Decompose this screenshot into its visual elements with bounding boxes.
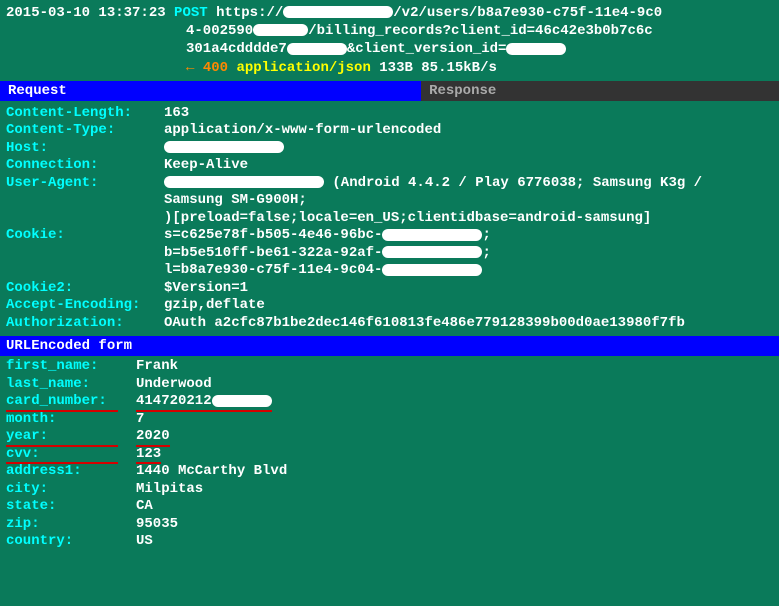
form-value: US xyxy=(136,533,153,551)
header-name: Content-Type: xyxy=(6,122,164,140)
arrow-left-icon: ← xyxy=(186,60,194,76)
form-key: last_name: xyxy=(6,376,136,394)
form-key: card_number: xyxy=(6,393,136,411)
form-key: country: xyxy=(6,533,136,551)
header-value: gzip,deflate xyxy=(164,297,773,315)
header-name: Authorization: xyxy=(6,315,164,333)
form-key: city: xyxy=(6,481,136,499)
tab-request[interactable]: Request xyxy=(0,81,421,101)
tab-response[interactable]: Response xyxy=(421,81,779,101)
request-url-cont1: 4-002590/billing_records?client_id=46c42… xyxy=(6,22,773,40)
form-data: first_name:Frank last_name:Underwood car… xyxy=(0,356,779,553)
form-value: CA xyxy=(136,498,153,516)
header-value: Keep-Alive xyxy=(164,157,773,175)
header-value: s=c625e78f-b505-4e46-96bc-; xyxy=(164,227,773,245)
header-value: $Version=1 xyxy=(164,280,773,298)
header-value: b=b5e510ff-be61-322a-92af-; xyxy=(164,245,773,263)
timestamp: 2015-03-10 13:37:23 xyxy=(6,5,166,21)
header-name: Cookie: xyxy=(6,227,164,245)
form-value: 123 xyxy=(136,446,161,464)
section-urlencoded-form: URLEncoded form xyxy=(0,336,779,356)
form-value: 2020 xyxy=(136,428,170,446)
header-value: l=b8a7e930-c75f-11e4-9c04- xyxy=(164,262,773,280)
form-value: 7 xyxy=(136,411,144,429)
form-value: 1440 McCarthy Blvd xyxy=(136,463,287,481)
header-value xyxy=(164,140,773,158)
header-name: Cookie2: xyxy=(6,280,164,298)
form-key: zip: xyxy=(6,516,136,534)
form-key: cvv: xyxy=(6,446,136,464)
form-key: year: xyxy=(6,428,136,446)
form-value: Underwood xyxy=(136,376,212,394)
header-name: Connection: xyxy=(6,157,164,175)
tabs: Request Response xyxy=(0,81,779,101)
header-name: Accept-Encoding: xyxy=(6,297,164,315)
form-value: 95035 xyxy=(136,516,178,534)
form-key: first_name: xyxy=(6,358,136,376)
form-key: month: xyxy=(6,411,136,429)
form-key: state: xyxy=(6,498,136,516)
header-value: OAuth a2cfc87b1be2dec146f610813fe486e779… xyxy=(164,315,773,333)
request-url-cont2: 301a4cdddde7&client_version_id= xyxy=(6,40,773,58)
header-name: Host: xyxy=(6,140,164,158)
response-meta: 133B 85.15kB/s xyxy=(379,60,497,76)
header-name: Content-Length: xyxy=(6,105,164,123)
header-value: 163 xyxy=(164,105,773,123)
http-method: POST xyxy=(174,5,208,21)
header-value: )[preload=false;locale=en_US;clientidbas… xyxy=(164,210,773,228)
request-headers: Content-Length:163 Content-Type:applicat… xyxy=(0,101,779,337)
form-value: Frank xyxy=(136,358,178,376)
form-value: 414720212 xyxy=(136,393,272,411)
http-status: 400 xyxy=(203,60,228,76)
response-summary: ← 400 application/json 133B 85.15kB/s xyxy=(6,59,773,77)
request-url: https:///v2/users/b8a7e930-c75f-11e4-9c0 xyxy=(216,5,662,21)
response-mime: application/json xyxy=(236,60,370,76)
header-name: User-Agent: xyxy=(6,175,164,193)
header-value: application/x-www-form-urlencoded xyxy=(164,122,773,140)
header-value: Samsung SM-G900H; xyxy=(164,192,773,210)
header-value: (Android 4.4.2 / Play 6776038; Samsung K… xyxy=(164,175,773,193)
form-value: Milpitas xyxy=(136,481,203,499)
form-key: address1: xyxy=(6,463,136,481)
request-line: 2015-03-10 13:37:23 POST https:///v2/use… xyxy=(0,0,779,81)
